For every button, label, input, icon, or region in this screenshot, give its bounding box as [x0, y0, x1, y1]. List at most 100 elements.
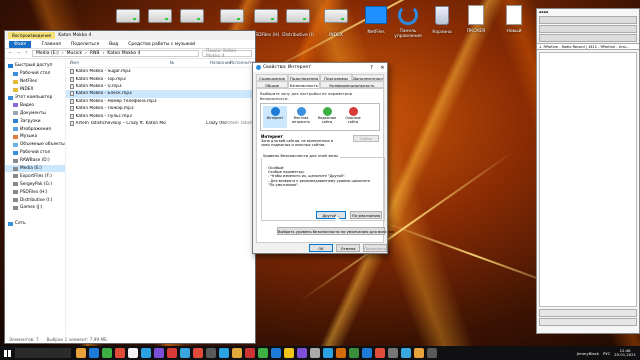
- nav-item[interactable]: Games (J:): [5, 204, 65, 212]
- nav-item[interactable]: NetFiles: [5, 78, 65, 86]
- desktop-icon[interactable]: INDEX: [316, 4, 356, 38]
- tray-user[interactable]: JimmyBlack: [577, 351, 599, 356]
- nav-item[interactable]: Объемные объекты: [5, 141, 65, 149]
- taskbar-app-icon[interactable]: [193, 348, 203, 358]
- file-row[interactable]: Artem Tatishchevskiy – Crazy ft. Katon M…: [66, 120, 271, 127]
- playlist[interactable]: [539, 52, 637, 307]
- play-tab[interactable]: Воспроизведение: [8, 32, 56, 39]
- taskbar-app-icon[interactable]: [271, 348, 281, 358]
- address-path[interactable]: Media (E:) › Musick › RNB › Katon Mokko 4: [32, 50, 199, 57]
- tray-lang[interactable]: РУС: [603, 351, 610, 356]
- taskbar-app-icon[interactable]: [297, 348, 307, 358]
- security-zone[interactable]: Опасные сайты: [341, 106, 365, 128]
- nav-item[interactable]: PSDFiles (H:): [5, 188, 65, 196]
- apply-button[interactable]: Применить: [363, 244, 387, 252]
- taskbar-app-icon[interactable]: [362, 348, 372, 358]
- dialog-tab[interactable]: Общие: [256, 81, 288, 88]
- nav-item[interactable]: [5, 212, 65, 220]
- taskbar-app-icon[interactable]: [375, 348, 385, 358]
- desktop-icon[interactable]: ПКСКЕЯ: [456, 4, 496, 34]
- player-eq[interactable]: [539, 34, 637, 42]
- nav-item[interactable]: SergeyPak (G:): [5, 180, 65, 188]
- taskbar-app-icon[interactable]: [388, 348, 398, 358]
- up-icon[interactable]: ↑: [24, 51, 29, 56]
- nav-item[interactable]: Сеть: [5, 220, 65, 228]
- taskbar-app-icon[interactable]: [180, 348, 190, 358]
- nav-item[interactable]: ExportFiles (F:): [5, 172, 65, 180]
- nav-item[interactable]: RAWBase (D:): [5, 157, 65, 165]
- back-icon[interactable]: ←: [8, 51, 13, 56]
- file-row[interactable]: Katon Mokko - Sugar.mp3: [66, 68, 272, 75]
- ribbon-tab[interactable]: Файл: [9, 40, 32, 48]
- nav-item[interactable]: Документы: [5, 109, 65, 117]
- taskbar-app-icon[interactable]: [414, 348, 424, 358]
- nav-item[interactable]: Этот компьютер: [5, 94, 65, 102]
- taskbar-app-icon[interactable]: [258, 348, 268, 358]
- chevron-right-icon[interactable]: ›: [85, 51, 87, 56]
- help-icon[interactable]: ?: [367, 65, 376, 71]
- taskbar-app-icon[interactable]: [76, 348, 86, 358]
- taskbar-app-icon[interactable]: [206, 348, 216, 358]
- station-line[interactable]: 1. RPartine - Radio Record | 1612 - RPar…: [537, 43, 639, 50]
- breadcrumb-segment[interactable]: Musick: [67, 51, 82, 56]
- chevron-right-icon[interactable]: ›: [102, 51, 104, 56]
- taskbar-app-icon[interactable]: [323, 348, 333, 358]
- dialog-tab[interactable]: Конфиденциальность: [320, 81, 384, 88]
- taskbar-app-icon[interactable]: [154, 348, 164, 358]
- dialog-tab[interactable]: Программы: [320, 74, 352, 81]
- breadcrumb-segment[interactable]: Media (E:): [36, 51, 59, 56]
- nav-item[interactable]: Видео: [5, 101, 65, 109]
- nav-item[interactable]: Музыка: [5, 133, 65, 141]
- taskbar-app-icon[interactable]: [141, 348, 151, 358]
- nav-item[interactable]: Media (E:): [5, 164, 65, 173]
- security-zone[interactable]: Интернет: [263, 106, 287, 128]
- file-row[interactable]: Katon Mokko - Пожар.mp3: [66, 105, 272, 112]
- file-row[interactable]: Katon Mokko - Пульс.mp3: [66, 112, 272, 119]
- dialog-tab[interactable]: Подключения: [288, 74, 320, 81]
- nav-item[interactable]: Рабочий стол: [5, 70, 65, 78]
- dialog-tab[interactable]: Безопасность: [288, 81, 320, 88]
- close-icon[interactable]: ✕: [378, 65, 387, 71]
- file-row[interactable]: Katon Mokko - U.mp3: [66, 83, 272, 90]
- sites-button[interactable]: Сайты: [353, 135, 379, 142]
- dialog-tab[interactable]: Содержание: [256, 74, 288, 81]
- start-button[interactable]: [0, 346, 14, 360]
- taskbar-app-icon[interactable]: [167, 348, 177, 358]
- taskbar-app-icon[interactable]: [232, 348, 242, 358]
- column-number[interactable]: №: [166, 61, 206, 66]
- desktop-icon[interactable]: Новый: [494, 4, 534, 34]
- ok-button[interactable]: OK: [309, 244, 333, 252]
- taskbar-app-icon[interactable]: [401, 348, 411, 358]
- nav-item[interactable]: Distributive (I:): [5, 196, 65, 204]
- taskbar-app-icon[interactable]: [219, 348, 229, 358]
- nav-item[interactable]: INDEX: [5, 86, 65, 94]
- security-zone[interactable]: Местная интрасеть: [289, 106, 313, 128]
- ribbon-tab[interactable]: Поделиться: [71, 42, 99, 47]
- taskbar-app-icon[interactable]: [310, 348, 320, 358]
- reset-all-zones-button[interactable]: Выбрать уровень безопасности по умолчани…: [277, 227, 394, 235]
- breadcrumb-segment[interactable]: RNB: [90, 51, 100, 56]
- ribbon-tab[interactable]: Вид: [109, 42, 118, 47]
- taskbar-app-icon[interactable]: [427, 348, 437, 358]
- cancel-button[interactable]: Отмена: [336, 244, 360, 252]
- chevron-right-icon[interactable]: ›: [62, 51, 64, 56]
- taskbar-app-icon[interactable]: [349, 348, 359, 358]
- column-name[interactable]: Имя: [66, 61, 166, 66]
- ribbon-tab[interactable]: Средства работы с музыкой: [128, 42, 195, 47]
- taskbar-app-icon[interactable]: [128, 348, 138, 358]
- nav-item[interactable]: Быстрый доступ: [5, 62, 65, 70]
- default-level-button[interactable]: По умолчанию: [350, 211, 382, 219]
- taskbar-app-icon[interactable]: [284, 348, 294, 358]
- dialog-tab[interactable]: Дополнительно: [352, 74, 384, 81]
- custom-level-button[interactable]: Другой...: [316, 211, 346, 219]
- file-row[interactable]: Katon Mokko - Top.mp3: [66, 75, 272, 82]
- taskbar-app-icon[interactable]: [89, 348, 99, 358]
- taskbar-app-icon[interactable]: [102, 348, 112, 358]
- file-row[interactable]: Katon Mokko - Блеск.mp3: [65, 90, 272, 98]
- nav-item[interactable]: Загрузки: [5, 117, 65, 125]
- ribbon-tab[interactable]: Главная: [41, 42, 60, 47]
- clock[interactable]: 12:48 25.01.2021: [614, 348, 636, 357]
- player-bottom-bar-2[interactable]: [539, 318, 637, 326]
- player-toolbar-2[interactable]: [539, 25, 637, 33]
- column-title[interactable]: Название: [206, 61, 232, 66]
